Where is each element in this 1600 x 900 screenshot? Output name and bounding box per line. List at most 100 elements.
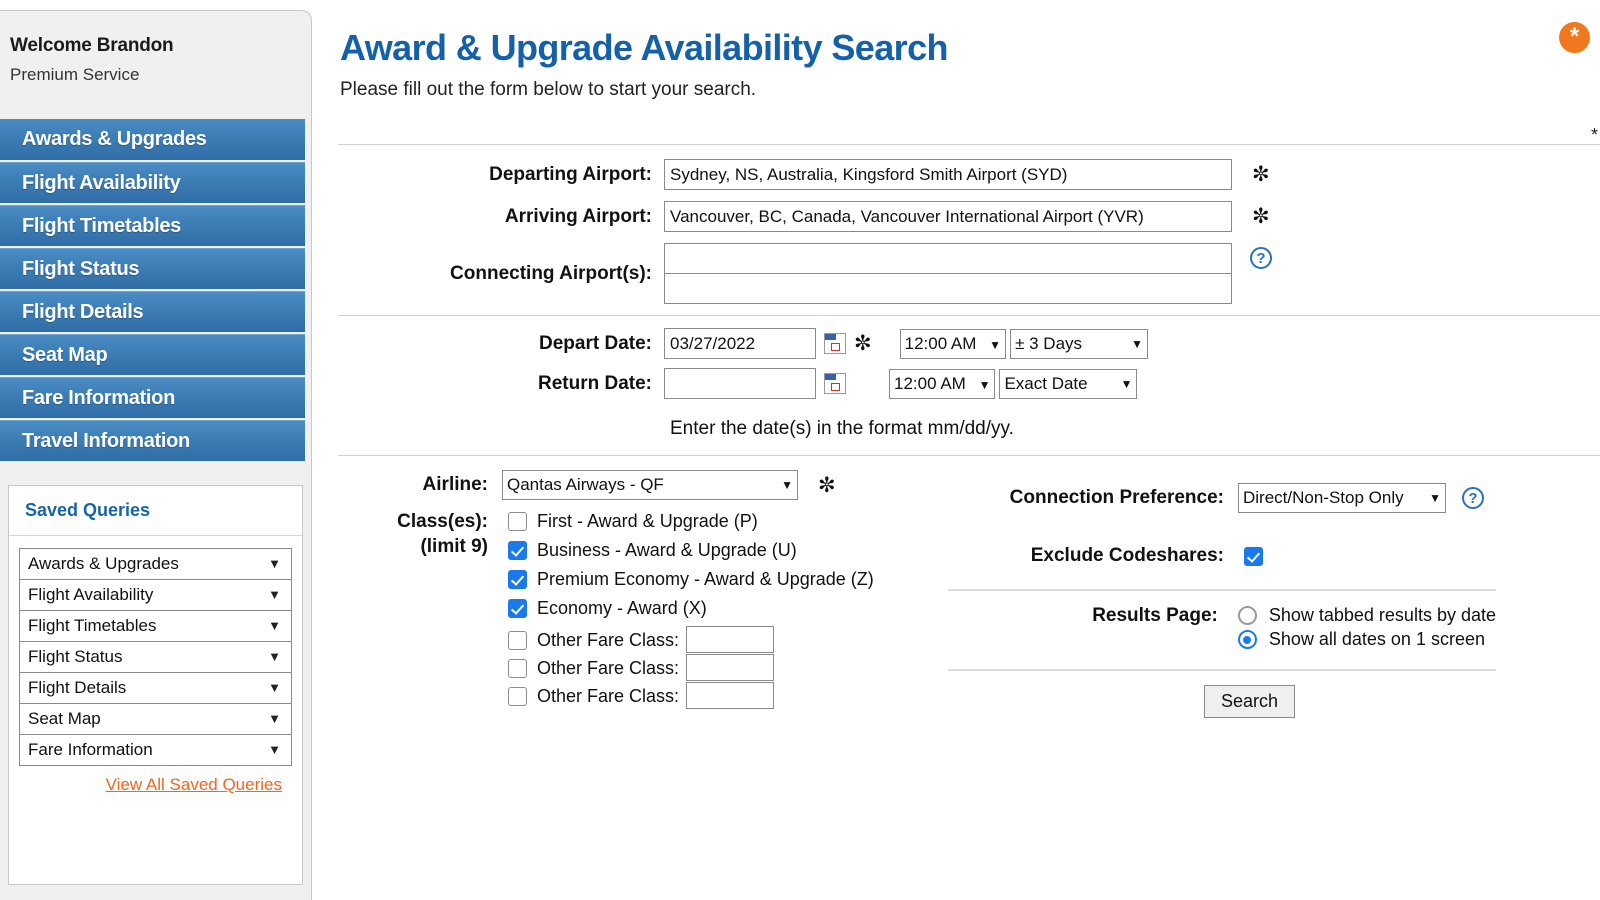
checkbox-exclude-codeshares[interactable] <box>1244 546 1263 566</box>
calendar-icon[interactable] <box>824 373 846 394</box>
class-option-other-1[interactable]: Other Fare Class: <box>508 626 874 653</box>
class-option-label: Economy - Award (X) <box>537 598 707 618</box>
chevron-down-icon: ▼ <box>268 556 281 571</box>
class-option-other-3[interactable]: Other Fare Class: <box>508 682 874 709</box>
search-button[interactable]: Search <box>1204 685 1296 718</box>
connecting-airports-help: ? <box>1250 247 1272 269</box>
return-time-select[interactable]: 12:00 AM ▼ <box>889 368 996 399</box>
saved-query-select-flight-status[interactable]: Flight Status ▼ <box>19 641 292 673</box>
nav-item-flight-status[interactable]: Flight Status <box>0 248 305 289</box>
chevron-down-icon: ▼ <box>781 478 793 492</box>
results-page-option-all-dates[interactable]: Show all dates on 1 screen <box>1237 629 1496 650</box>
class-option-label: Business - Award & Upgrade (U) <box>537 540 797 560</box>
arriving-airport-input[interactable]: Vancouver, BC, Canada, Vancouver Interna… <box>664 201 1232 232</box>
depart-time-value: 12:00 AM <box>904 333 977 353</box>
nav-item-travel-information[interactable]: Travel Information <box>0 420 305 461</box>
arriving-airport-required-icon: ✼ <box>1252 205 1270 228</box>
return-date-window-value: Exact Date <box>1004 373 1088 393</box>
saved-query-select-flight-timetables[interactable]: Flight Timetables ▼ <box>19 610 292 642</box>
results-page-option-tabbed[interactable]: Show tabbed results by date <box>1237 605 1496 626</box>
return-date-input[interactable] <box>664 368 816 399</box>
classes-options: First - Award & Upgrade (P) Business - A… <box>508 511 874 711</box>
view-all-saved-queries-link[interactable]: View All Saved Queries <box>106 775 282 794</box>
checkbox-premium-economy-class[interactable] <box>508 570 527 589</box>
results-page-label: Results Page: <box>1092 605 1218 626</box>
search-button-wrap: Search <box>936 685 1496 718</box>
date-format-hint: Enter the date(s) in the format mm/dd/yy… <box>670 418 1014 439</box>
other-fare-class-input-1[interactable] <box>686 626 775 653</box>
airline-value: Qantas Airways - QF <box>507 475 664 494</box>
options-section: Airline: Qantas Airways - QF ▼ ✼ Class(e… <box>336 456 1600 718</box>
radio-tabbed-results[interactable] <box>1237 606 1257 625</box>
divider-results-top <box>948 589 1496 591</box>
class-option-business[interactable]: Business - Award & Upgrade (U) <box>508 540 874 561</box>
checkbox-other-fare-class-2[interactable] <box>508 658 527 678</box>
connecting-airport-input-1[interactable] <box>664 243 1232 274</box>
saved-query-select-awards-upgrades[interactable]: Awards & Upgrades ▼ <box>19 548 292 580</box>
chevron-down-icon: ▼ <box>268 742 281 757</box>
class-option-other-2[interactable]: Other Fare Class: <box>508 654 874 681</box>
classes-label: Class(es): <box>397 511 488 532</box>
return-time-value: 12:00 AM <box>894 373 966 393</box>
departing-airport-input[interactable]: Sydney, NS, Australia, Kingsford Smith A… <box>664 159 1232 190</box>
page-subtitle: Please fill out the form below to start … <box>340 79 757 100</box>
depart-date-row: Depart Date: 03/27/2022 ✼ 12:00 AM ▼ ± 3… <box>336 328 1600 359</box>
checkbox-economy-class[interactable] <box>508 599 527 618</box>
class-option-label: Other Fare Class: <box>537 629 680 650</box>
depart-date-input[interactable]: 03/27/2022 <box>664 328 816 359</box>
dates-section: Depart Date: 03/27/2022 ✼ 12:00 AM ▼ ± 3… <box>336 316 1600 440</box>
connection-preference-select[interactable]: Direct/Non-Stop Only ▼ <box>1238 483 1446 513</box>
nav-item-flight-availability[interactable]: Flight Availability <box>0 162 305 203</box>
chevron-down-icon: ▼ <box>268 587 281 602</box>
help-icon[interactable]: ? <box>1250 247 1272 269</box>
connection-preference-help-icon[interactable]: ? <box>1462 487 1484 509</box>
page-help-icon[interactable]: * <box>1559 22 1590 53</box>
class-option-label: Other Fare Class: <box>537 657 680 678</box>
saved-query-label: Seat Map <box>28 709 101 728</box>
exclude-codeshares-label: Exclude Codeshares: <box>1030 545 1224 566</box>
departing-airport-required-icon: ✼ <box>1252 163 1270 186</box>
saved-query-select-flight-availability[interactable]: Flight Availability ▼ <box>19 579 292 611</box>
checkbox-first-class[interactable] <box>508 512 527 531</box>
chevron-down-icon: ▼ <box>268 711 281 726</box>
saved-query-select-fare-information[interactable]: Fare Information ▼ <box>19 734 292 766</box>
arriving-airport-label: Arriving Airport: <box>504 205 652 227</box>
nav-item-flight-timetables[interactable]: Flight Timetables <box>0 205 305 246</box>
class-option-economy[interactable]: Economy - Award (X) <box>508 598 874 619</box>
calendar-icon[interactable] <box>824 333 846 354</box>
nav-item-fare-information[interactable]: Fare Information <box>0 377 305 418</box>
checkbox-business-class[interactable] <box>508 541 527 560</box>
class-option-first[interactable]: First - Award & Upgrade (P) <box>508 511 874 532</box>
airline-select[interactable]: Qantas Airways - QF ▼ <box>502 470 798 500</box>
results-page-row: Results Page: Show tabbed results by dat… <box>936 605 1496 653</box>
other-fare-class-input-2[interactable] <box>686 654 775 681</box>
saved-query-label: Flight Status <box>28 647 123 666</box>
return-date-window-select[interactable]: Exact Date ▼ <box>999 368 1138 399</box>
saved-query-select-seat-map[interactable]: Seat Map ▼ <box>19 703 292 735</box>
departing-airport-label: Departing Airport: <box>489 163 652 185</box>
depart-time-select[interactable]: 12:00 AM ▼ <box>899 328 1007 359</box>
checkbox-other-fare-class-1[interactable] <box>508 630 527 650</box>
class-option-label: Premium Economy - Award & Upgrade (Z) <box>537 569 874 589</box>
return-date-label: Return Date: <box>537 372 652 394</box>
saved-query-label: Fare Information <box>28 740 153 759</box>
checkbox-other-fare-class-3[interactable] <box>508 686 527 706</box>
preferences-column: Connection Preference: Direct/Non-Stop O… <box>936 470 1496 718</box>
depart-date-window-select[interactable]: ± 3 Days ▼ <box>1010 328 1149 359</box>
page-title: Award & Upgrade Availability Search <box>340 27 948 68</box>
class-option-premium-economy[interactable]: Premium Economy - Award & Upgrade (Z) <box>508 569 874 590</box>
saved-query-select-flight-details[interactable]: Flight Details ▼ <box>19 672 292 704</box>
nav-item-awards-upgrades[interactable]: Awards & Upgrades <box>0 119 305 160</box>
classes-label-block: Class(es): (limit 9) <box>336 511 488 558</box>
connecting-airport-input-2[interactable] <box>664 273 1232 304</box>
saved-query-label: Flight Availability <box>28 585 154 604</box>
radio-all-dates-one-screen[interactable] <box>1237 630 1257 649</box>
main-content: * Award & Upgrade Availability Search Pl… <box>336 0 1600 900</box>
nav-item-seat-map[interactable]: Seat Map <box>0 334 305 375</box>
chevron-down-icon: ▼ <box>1429 491 1441 505</box>
depart-date-required-icon: ✼ <box>854 332 872 355</box>
divider-results-bottom <box>948 669 1496 671</box>
nav-item-flight-details[interactable]: Flight Details <box>0 291 305 332</box>
other-fare-class-input-3[interactable] <box>686 682 775 709</box>
chevron-down-icon: ▼ <box>1131 336 1144 351</box>
